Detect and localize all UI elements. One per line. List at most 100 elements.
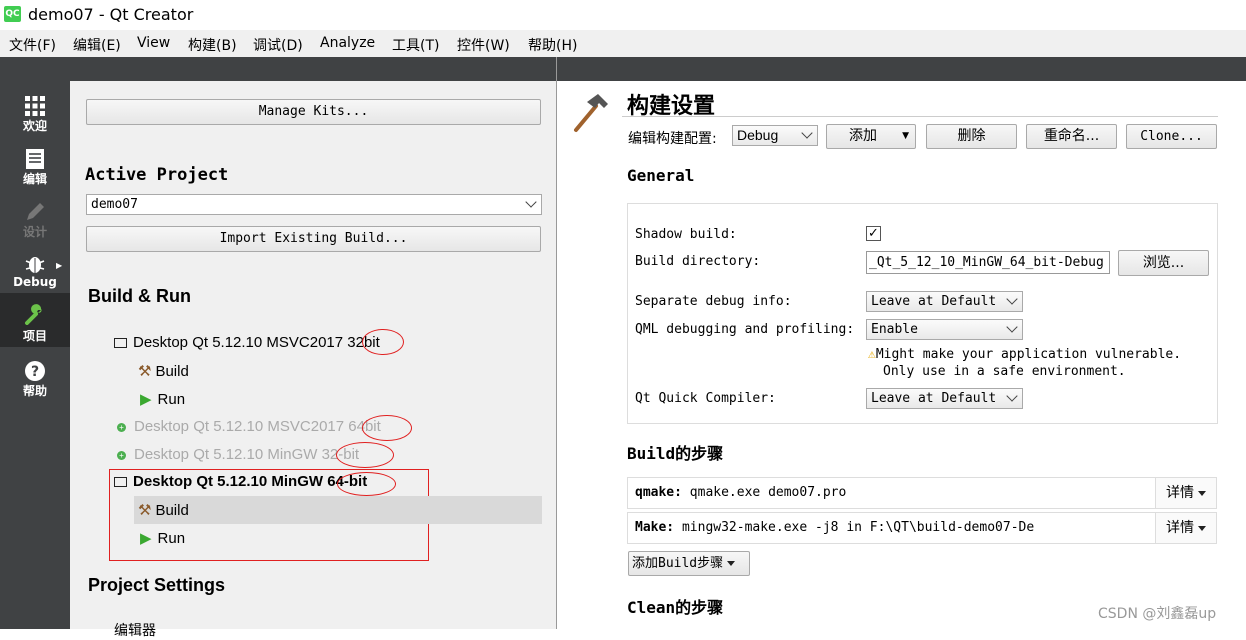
mode-debug[interactable]: ▶ Debug (0, 247, 70, 299)
import-existing-build-button[interactable]: Import Existing Build... (86, 226, 541, 252)
build-label: Build (155, 363, 189, 380)
add-kit-plus-icon: + (117, 450, 126, 460)
qml-warning-line1: ⚠Might make your application vulnerable. (868, 347, 1181, 362)
menu-tools[interactable]: 工具(T) (392, 35, 439, 55)
add-build-step-label: 添加Build步骤 (632, 556, 724, 571)
mode-help[interactable]: ? 帮助 (0, 354, 70, 406)
separate-debug-value: Leave at Default (871, 294, 997, 309)
kit-name: Desktop Qt 5.12.10 MSVC2017 32bit (133, 334, 380, 351)
desktop-monitor-icon (114, 338, 127, 349)
edit-document-icon (26, 149, 44, 169)
help-question-icon: ? (25, 361, 45, 381)
general-heading: General (627, 166, 695, 185)
menu-debug[interactable]: 调试(D) (253, 35, 303, 55)
add-kit-plus-icon: + (117, 422, 126, 432)
warning-icon: ⚠ (868, 347, 876, 362)
project-wrench-icon (25, 304, 42, 325)
rename-config-button[interactable]: 重命名... (1026, 124, 1117, 149)
edit-config-label: 编辑构建配置: (628, 131, 717, 147)
menu-help[interactable]: 帮助(H) (528, 35, 577, 55)
add-build-step-button[interactable]: 添加Build步骤 (628, 551, 750, 576)
chevron-down-icon (1006, 321, 1018, 333)
build-directory-input[interactable]: _Qt_5_12_10_MinGW_64_bit-Debug (866, 251, 1110, 274)
build-run-heading: Build & Run (88, 286, 191, 306)
add-config-button[interactable]: 添加 ▼ (826, 124, 916, 149)
kit-name: Desktop Qt 5.12.10 MinGW 32-bit (134, 446, 360, 463)
dropdown-arrow-icon: ▼ (902, 131, 909, 141)
selected-row-highlight (134, 496, 542, 524)
step-details-button[interactable]: 详情 (1155, 478, 1216, 508)
chevron-down-icon (525, 196, 537, 208)
project-select[interactable]: demo07 (86, 194, 542, 215)
menu-file[interactable]: 文件(F) (9, 35, 56, 55)
build-config-value: Debug (737, 127, 779, 143)
menu-analyze[interactable]: Analyze (320, 35, 375, 51)
dropdown-arrow-icon (1198, 490, 1206, 496)
title-underline (622, 116, 1218, 117)
chevron-down-icon (1006, 293, 1018, 305)
step-name: qmake: (635, 485, 682, 500)
annotation-circle (337, 472, 396, 496)
mode-design[interactable]: 设计 (0, 195, 70, 247)
build-steps-heading: Build的步骤 (627, 444, 724, 463)
active-project-heading: Active Project (85, 165, 229, 185)
chevron-down-icon (1006, 390, 1018, 402)
kit-msvc2017-64bit[interactable]: + Desktop Qt 5.12.10 MSVC2017 64bit (117, 418, 381, 435)
shadow-build-checkbox[interactable]: ✓ (866, 226, 881, 241)
qt-quick-compiler-select[interactable]: Leave at Default (866, 388, 1023, 409)
kit-msvc2017-32bit[interactable]: Desktop Qt 5.12.10 MSVC2017 32bit (114, 334, 380, 351)
window-title: demo07 - Qt Creator (28, 5, 194, 24)
project-settings-editor-item[interactable]: 编辑器 (114, 620, 156, 640)
dropdown-arrow-icon (1198, 525, 1206, 531)
mode-label: 设计 (22, 225, 47, 239)
title-bar: QC demo07 - Qt Creator (0, 0, 1246, 30)
menu-view[interactable]: View (137, 35, 170, 51)
qml-debugging-label: QML debugging and profiling: (635, 322, 855, 337)
hammer-icon: ⚒ (138, 502, 152, 519)
qml-debugging-value: Enable (871, 322, 918, 337)
step-name: Make: (635, 520, 675, 535)
run-label: Run (157, 391, 186, 408)
make-step[interactable]: Make: mingw32-make.exe -j8 in F:\QT\buil… (627, 512, 1217, 544)
step-details-button[interactable]: 详情 (1155, 513, 1216, 543)
debug-bug-icon (25, 257, 45, 273)
clone-config-button[interactable]: Clone... (1126, 124, 1217, 149)
menu-edit[interactable]: 编辑(E) (73, 35, 121, 55)
menu-controls[interactable]: 控件(W) (457, 35, 510, 55)
kit-mingw-64bit[interactable]: Desktop Qt 5.12.10 MinGW 64-bit (114, 473, 367, 490)
kit-mingw-32bit[interactable]: + Desktop Qt 5.12.10 MinGW 32-bit (117, 446, 359, 463)
mode-welcome[interactable]: 欢迎 (0, 89, 70, 141)
mode-label: 欢迎 (22, 119, 47, 133)
qmake-step[interactable]: qmake: qmake.exe demo07.pro 详情 (627, 477, 1217, 509)
mode-projects[interactable]: 项目 (0, 293, 70, 347)
project-select-value: demo07 (91, 197, 138, 212)
hammer-icon: ⚒ (138, 363, 152, 380)
mode-label: Debug (13, 275, 57, 289)
manage-kits-button[interactable]: Manage Kits... (86, 99, 541, 125)
mode-edit[interactable]: 编辑 (0, 142, 70, 194)
step-command: qmake.exe demo07.pro (689, 485, 847, 500)
qml-debugging-select[interactable]: Enable (866, 319, 1023, 340)
build-label: Build (155, 502, 189, 519)
design-pen-icon (27, 203, 44, 220)
svg-text:?: ? (31, 364, 39, 380)
clean-steps-heading: Clean的步骤 (627, 598, 724, 617)
mode-label: 项目 (22, 329, 47, 343)
add-config-label: 添加 (849, 128, 877, 144)
browse-button[interactable]: 浏览... (1118, 250, 1209, 276)
kit-1-build-item[interactable]: ⚒ Build (138, 362, 189, 380)
kit-1-run-item[interactable]: ▶ Run (140, 390, 185, 408)
kit-4-build-item[interactable]: ⚒ Build (138, 501, 189, 519)
kit-4-run-item[interactable]: ▶ Run (140, 529, 185, 547)
step-command: mingw32-make.exe -j8 in F:\QT\build-demo… (681, 520, 1035, 535)
build-config-select[interactable]: Debug (732, 125, 818, 146)
kit-name: Desktop Qt 5.12.10 MinGW 64-bit (133, 473, 368, 490)
qt-quick-compiler-label: Qt Quick Compiler: (635, 391, 776, 406)
delete-config-button[interactable]: 删除 (926, 124, 1017, 149)
details-label: 详情 (1166, 485, 1194, 501)
shadow-build-label: Shadow build: (635, 227, 737, 242)
menu-bar: 文件(F) 编辑(E) View 构建(B) 调试(D) Analyze 工具(… (0, 30, 1246, 57)
menu-build[interactable]: 构建(B) (188, 35, 237, 55)
annotation-circle (362, 415, 412, 441)
separate-debug-select[interactable]: Leave at Default (866, 291, 1023, 312)
